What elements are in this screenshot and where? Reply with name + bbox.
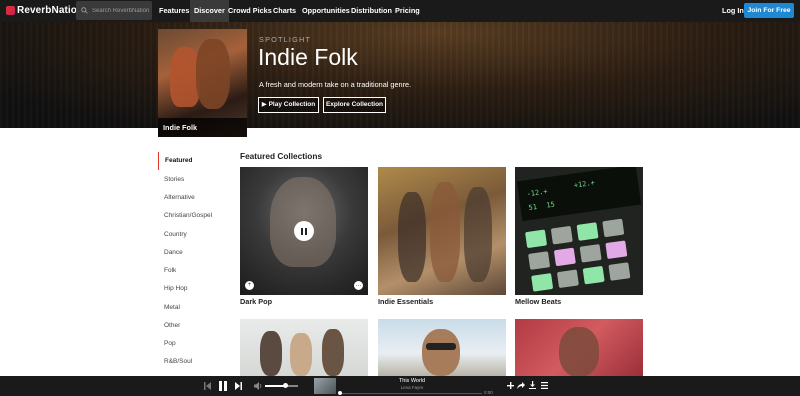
play-collection-button[interactable]: ▶ Play Collection	[258, 97, 319, 113]
share-icon[interactable]	[517, 382, 525, 389]
collection-label-indie-essentials[interactable]: Indie Essentials	[378, 297, 433, 306]
add-to-queue-icon[interactable]: +	[245, 281, 254, 290]
sidebar-item-country[interactable]: Country	[158, 226, 228, 244]
card-image-figure	[430, 182, 460, 282]
nav-charts[interactable]: Charts	[273, 0, 296, 22]
nav-discover[interactable]: Discover	[190, 0, 229, 22]
volume-icon[interactable]	[254, 382, 262, 390]
elapsed-time: 0:00	[484, 390, 493, 395]
download-icon[interactable]	[529, 381, 536, 389]
track-artwork[interactable]	[314, 378, 336, 394]
hero-background	[0, 22, 800, 128]
hero-title: Indie Folk	[258, 44, 358, 70]
pause-button[interactable]	[294, 221, 314, 241]
sidebar-item-pop[interactable]: Pop	[158, 335, 228, 353]
featured-collections-title: Featured Collections	[240, 151, 323, 161]
explore-collection-button[interactable]: Explore Collection	[323, 97, 386, 113]
sidebar-item-rnb-soul[interactable]: R&B/Soul	[158, 353, 228, 371]
queue-menu-icon[interactable]	[541, 382, 548, 389]
track-title[interactable]: This World	[390, 378, 434, 384]
volume-knob[interactable]	[282, 383, 288, 388]
login-link[interactable]: Log In	[722, 0, 744, 22]
spotlight-label: SPOTLIGHT	[259, 35, 312, 44]
search-icon	[81, 7, 88, 14]
volume-slider[interactable]	[265, 383, 298, 388]
volume-fill	[265, 385, 285, 387]
svg-text:15: 15	[546, 201, 555, 210]
join-button[interactable]: Join For Free	[744, 3, 794, 18]
logo[interactable]: ReverbNation	[6, 5, 83, 16]
sidebar-item-other[interactable]: Other	[158, 317, 228, 335]
nav-distribution[interactable]: Distribution	[351, 0, 392, 22]
collection-card-dark-pop[interactable]: + …	[240, 167, 368, 295]
sidebar-item-stories[interactable]: Stories	[158, 171, 228, 189]
collection-card-indie-essentials[interactable]	[378, 167, 506, 295]
hero-banner: SPOTLIGHT Indie Folk A fresh and modern …	[0, 22, 800, 128]
more-options-icon[interactable]: …	[354, 281, 363, 290]
nav-features[interactable]: Features	[155, 0, 193, 22]
nav-opportunities[interactable]: Opportunities	[302, 0, 350, 22]
nav-crowd-picks[interactable]: Crowd Picks	[225, 0, 275, 22]
hero-thumb-label: Indie Folk	[158, 118, 247, 137]
drum-pad-image: -12.++12.+51 15	[515, 167, 643, 295]
hero-subtitle: A fresh and modern take on a traditional…	[259, 80, 412, 89]
hero-image-figure-2	[196, 39, 230, 109]
reverbnation-logo-icon	[6, 6, 15, 15]
logo-text: ReverbNation	[17, 5, 84, 16]
svg-text:51: 51	[528, 203, 537, 212]
progress-knob[interactable]	[338, 391, 342, 395]
pause-icon[interactable]	[219, 381, 227, 391]
sunglasses-shape	[426, 343, 456, 350]
search-input[interactable]	[92, 7, 152, 14]
previous-track-icon[interactable]	[204, 382, 211, 390]
sidebar-item-metal[interactable]: Metal	[158, 299, 228, 317]
collection-card-row2-1[interactable]	[240, 319, 368, 376]
card-image-figure	[422, 329, 460, 376]
sidebar-item-featured[interactable]: Featured	[158, 152, 228, 170]
nav-pricing[interactable]: Pricing	[395, 0, 420, 22]
next-track-icon[interactable]	[235, 382, 242, 390]
audio-player-bar: This World Lena Fayre 0:00	[0, 376, 800, 396]
pause-icon	[301, 227, 307, 235]
sidebar-item-hip-hop[interactable]: Hip Hop	[158, 280, 228, 298]
sidebar-item-dance[interactable]: Dance	[158, 244, 228, 262]
card-image-figure	[260, 331, 282, 376]
card-image-figure	[464, 187, 492, 282]
search-box[interactable]	[76, 1, 152, 20]
sidebar-item-folk[interactable]: Folk	[158, 262, 228, 280]
collection-card-row2-2[interactable]	[378, 319, 506, 376]
card-image-figure	[290, 333, 312, 376]
collection-card-row2-3[interactable]	[515, 319, 643, 376]
collection-label-dark-pop[interactable]: Dark Pop	[240, 297, 272, 306]
top-nav: ReverbNation Features Discover Crowd Pic…	[0, 0, 800, 22]
collection-label-mellow-beats[interactable]: Mellow Beats	[515, 297, 561, 306]
card-image-figure	[322, 329, 344, 376]
card-image-figure	[398, 192, 426, 282]
sidebar-item-christian-gospel[interactable]: Christian/Gospel	[158, 207, 228, 225]
collection-card-mellow-beats[interactable]: -12.+ +12.+ 51 15	[515, 167, 643, 295]
hero-collection-image[interactable]: Indie Folk	[158, 29, 247, 137]
add-icon[interactable]	[507, 382, 514, 389]
sidebar-item-alternative[interactable]: Alternative	[158, 189, 228, 207]
track-artist[interactable]: Lena Fayre	[390, 385, 434, 390]
card-image-figure	[559, 327, 599, 376]
progress-bar[interactable]	[338, 393, 482, 394]
